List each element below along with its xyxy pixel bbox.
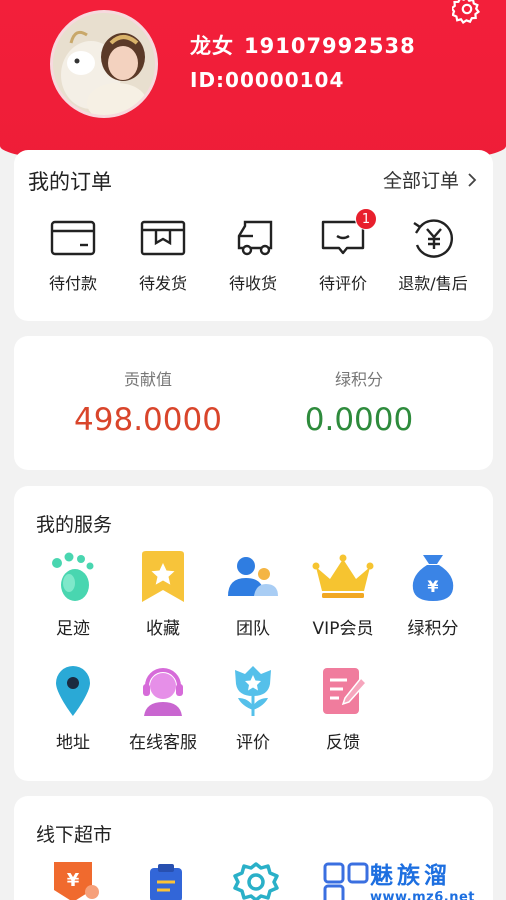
service-label: VIP会员 <box>312 619 374 639</box>
watermark-url: www.mz6.net <box>370 890 476 900</box>
bookmark-star-icon <box>142 551 184 602</box>
gear-icon <box>450 0 481 25</box>
all-orders-label: 全部订单 <box>382 170 459 192</box>
svg-text:¥: ¥ <box>67 870 80 891</box>
watermark: 魅族溜 www.mz6.net <box>370 856 500 900</box>
order-item-label: 待评价 <box>318 274 367 293</box>
service-label: 团队 <box>236 619 270 639</box>
service-label: 地址 <box>56 733 90 753</box>
service-label: 反馈 <box>326 733 360 753</box>
market-item[interactable] <box>136 860 196 900</box>
market-item[interactable] <box>226 860 286 900</box>
user-phone: 19107992538 <box>244 34 416 58</box>
order-refund[interactable]: 退款/售后 <box>388 216 478 294</box>
avatar[interactable] <box>50 10 158 118</box>
service-footprint[interactable]: 足迹 <box>28 550 118 639</box>
payment-icon: ¥ <box>54 862 99 900</box>
service-team[interactable]: 团队 <box>208 550 298 639</box>
team-icon <box>228 557 278 596</box>
green-points-block[interactable]: 绿积分 0.0000 <box>239 366 479 438</box>
service-label: 绿积分 <box>407 619 459 639</box>
service-vip[interactable]: VIP会员 <box>298 550 388 639</box>
money-bag-icon: ¥ <box>412 555 454 601</box>
all-orders-link[interactable]: 全部订单 <box>383 166 477 193</box>
service-online-support[interactable]: 在线客服 <box>118 664 208 753</box>
service-favorites[interactable]: 收藏 <box>118 550 208 639</box>
wallet-icon <box>50 220 96 256</box>
user-id: ID:00000104 <box>190 68 345 92</box>
green-points-value: 0.0000 <box>304 402 414 438</box>
settings-cog-icon <box>233 862 279 900</box>
order-item-label: 待付款 <box>48 274 97 293</box>
user-name: 龙女 <box>190 34 234 58</box>
services-card: 我的服务 足迹 收藏 团队 VIP会员 ¥ 绿积分 地址 在线客服 评价 反馈 <box>14 486 493 781</box>
order-pending-review[interactable]: 1 待评价 <box>298 208 388 294</box>
green-points-label: 绿积分 <box>334 370 383 389</box>
footprint-icon <box>52 552 94 601</box>
location-pin-icon <box>56 666 90 716</box>
truck-icon <box>237 220 273 256</box>
customer-service-icon <box>143 668 183 716</box>
contribution-label: 贡献值 <box>123 370 172 389</box>
crown-icon <box>312 554 374 598</box>
order-pending-payment[interactable]: 待付款 <box>28 216 118 294</box>
service-green-points[interactable]: ¥ 绿积分 <box>388 550 478 639</box>
profile-header: 龙女 19107992538 ID:00000104 <box>0 0 506 170</box>
grid-icon <box>323 862 369 900</box>
chevron-right-icon <box>468 172 477 187</box>
service-review[interactable]: 评价 <box>208 664 298 753</box>
feedback-icon <box>323 668 367 714</box>
orders-title: 我的订单 <box>28 170 112 194</box>
flower-icon <box>235 666 271 716</box>
contribution-block[interactable]: 贡献值 498.0000 <box>28 366 268 438</box>
services-title: 我的服务 <box>36 514 113 536</box>
service-address[interactable]: 地址 <box>28 664 118 753</box>
order-item-label: 待发货 <box>138 274 187 293</box>
refund-icon <box>413 219 453 258</box>
market-item[interactable] <box>316 860 376 900</box>
order-pending-shipment[interactable]: 待发货 <box>118 216 208 294</box>
order-pending-receipt[interactable]: 待收货 <box>208 216 298 294</box>
review-count-badge: 1 <box>355 208 377 230</box>
watermark-brand: 魅族溜 <box>370 863 451 889</box>
service-feedback[interactable]: 反馈 <box>298 664 388 753</box>
service-label: 收藏 <box>146 619 180 639</box>
package-icon <box>140 220 186 256</box>
service-label: 足迹 <box>56 619 90 639</box>
market-title: 线下超市 <box>36 824 113 846</box>
contribution-value: 498.0000 <box>74 402 222 438</box>
service-label: 在线客服 <box>129 733 197 753</box>
avatar-image <box>53 13 155 115</box>
order-item-label: 待收货 <box>228 274 277 293</box>
settings-button[interactable] <box>450 0 482 25</box>
svg-text:¥: ¥ <box>427 577 438 596</box>
order-item-label: 退款/售后 <box>398 274 468 293</box>
orders-card: 我的订单 全部订单 待付款 待发货 待收货 1 待评价 退款/售后 <box>14 150 493 321</box>
service-label: 评价 <box>236 733 270 753</box>
market-item[interactable]: ¥ <box>46 860 106 900</box>
user-name-line: 龙女 19107992538 <box>190 30 416 60</box>
clipboard-icon <box>150 864 182 900</box>
points-card: 贡献值 498.0000 绿积分 0.0000 <box>14 336 493 470</box>
